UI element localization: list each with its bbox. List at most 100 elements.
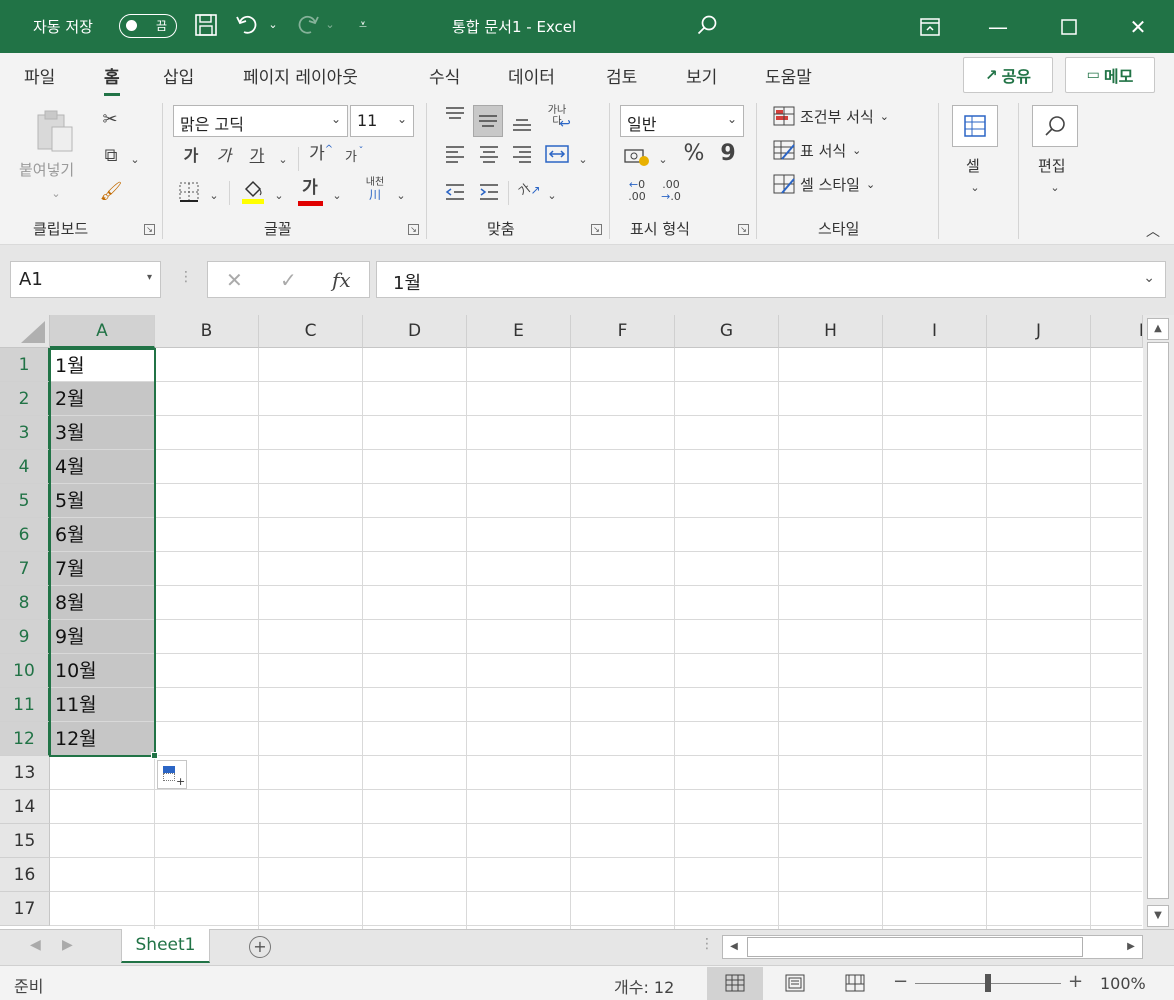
- row-header-16[interactable]: 16: [0, 858, 50, 892]
- tab-review[interactable]: 검토: [606, 63, 637, 88]
- vertical-scroll-thumb[interactable]: [1147, 342, 1169, 899]
- collapse-ribbon-icon[interactable]: ︿: [1142, 221, 1164, 243]
- format-as-table-button[interactable]: 표 서식 ⌄: [772, 139, 861, 161]
- row-header-7[interactable]: 7: [0, 552, 50, 586]
- cut-icon[interactable]: ✂: [98, 109, 122, 131]
- sheet-tab-sheet1[interactable]: Sheet1: [121, 929, 210, 963]
- column-header-f[interactable]: F: [571, 315, 675, 348]
- bold-icon[interactable]: 가: [180, 145, 202, 167]
- maximize-icon[interactable]: [1035, 0, 1103, 53]
- conditional-formatting-button[interactable]: 조건부 서식 ⌄: [772, 105, 889, 127]
- autosave-toggle[interactable]: 끔: [119, 14, 177, 38]
- row-header-17[interactable]: 17: [0, 892, 50, 926]
- font-launcher-icon[interactable]: ↘: [408, 224, 419, 235]
- search-icon[interactable]: [692, 10, 722, 44]
- italic-icon[interactable]: 가: [213, 145, 235, 167]
- row-header-11[interactable]: 11: [0, 688, 50, 722]
- orientation-icon[interactable]: 가↗: [516, 179, 544, 201]
- paste-dropdown-icon[interactable]: ⌄: [46, 183, 66, 205]
- paste-icon[interactable]: [34, 109, 78, 153]
- expand-formula-icon[interactable]: ⌄: [1143, 270, 1155, 286]
- scroll-down-icon[interactable]: ▼: [1147, 905, 1169, 927]
- page-break-preview-icon[interactable]: [827, 967, 883, 1000]
- comma-style-icon[interactable]: 9: [716, 143, 740, 165]
- name-box[interactable]: A1 ▾: [10, 261, 161, 298]
- column-header-h[interactable]: H: [779, 315, 883, 348]
- column-header-i[interactable]: I: [883, 315, 987, 348]
- tab-split-handle[interactable]: ⋮: [700, 936, 714, 952]
- clipboard-launcher-icon[interactable]: ↘: [144, 224, 155, 235]
- cancel-icon[interactable]: ✕: [226, 268, 243, 292]
- row-header-14[interactable]: 14: [0, 790, 50, 824]
- decrease-decimal-icon[interactable]: .00 →.0: [656, 179, 686, 203]
- font-color-dropdown-icon[interactable]: ⌄: [328, 185, 346, 207]
- next-sheet-icon[interactable]: ▶: [62, 937, 73, 953]
- row-header-13[interactable]: 13: [0, 756, 50, 790]
- tab-data[interactable]: 데이터: [508, 63, 555, 88]
- align-bottom-icon[interactable]: [509, 111, 535, 141]
- horizontal-scrollbar[interactable]: ◀ ▶: [722, 935, 1143, 959]
- align-right-icon[interactable]: [509, 143, 535, 171]
- copy-dropdown-icon[interactable]: ⌄: [126, 149, 144, 171]
- column-header-a[interactable]: A: [50, 315, 155, 348]
- normal-view-icon[interactable]: [707, 967, 763, 1000]
- number-format-select[interactable]: 일반 ⌄: [620, 105, 744, 137]
- font-name-select[interactable]: 맑은 고딕 ⌄: [173, 105, 348, 137]
- tab-help[interactable]: 도움말: [765, 63, 812, 88]
- insert-function-icon[interactable]: fx: [332, 268, 351, 292]
- increase-indent-icon[interactable]: [476, 181, 502, 209]
- accounting-format-icon[interactable]: [622, 145, 652, 173]
- merge-center-icon[interactable]: [543, 143, 571, 171]
- orientation-dropdown-icon[interactable]: ⌄: [543, 185, 561, 207]
- add-sheet-button[interactable]: +: [249, 936, 271, 958]
- row-header-4[interactable]: 4: [0, 450, 50, 484]
- align-middle-icon[interactable]: [473, 105, 503, 137]
- phonetic-guide-icon[interactable]: 내천 川: [358, 177, 392, 201]
- row-header-3[interactable]: 3: [0, 416, 50, 450]
- paste-label[interactable]: 붙여넣기: [19, 159, 74, 180]
- status-count[interactable]: 개수: 12: [614, 974, 674, 998]
- row-header-10[interactable]: 10: [0, 654, 50, 688]
- ribbon-display-options-icon[interactable]: [896, 0, 964, 53]
- column-header-d[interactable]: D: [363, 315, 467, 348]
- align-center-icon[interactable]: [476, 143, 502, 171]
- font-color-icon[interactable]: 가: [297, 177, 323, 199]
- prev-sheet-icon[interactable]: ◀: [30, 937, 41, 953]
- column-header-g[interactable]: G: [675, 315, 779, 348]
- row-header-12[interactable]: 12: [0, 722, 50, 756]
- row-header-1[interactable]: 1: [0, 348, 50, 382]
- align-top-icon[interactable]: [442, 105, 468, 135]
- undo-icon[interactable]: [233, 10, 263, 45]
- tab-insert[interactable]: 삽입: [163, 63, 194, 88]
- resize-grip-icon[interactable]: ⋮: [179, 269, 193, 285]
- row-header-5[interactable]: 5: [0, 484, 50, 518]
- alignment-launcher-icon[interactable]: ↘: [591, 224, 602, 235]
- minimize-icon[interactable]: —: [964, 0, 1032, 53]
- page-layout-view-icon[interactable]: [767, 967, 823, 1000]
- decrease-indent-icon[interactable]: [442, 181, 468, 209]
- cell-styles-button[interactable]: 셀 스타일 ⌄: [772, 173, 875, 195]
- percent-icon[interactable]: %: [680, 143, 708, 165]
- share-button[interactable]: ↗ 공유: [963, 57, 1053, 93]
- zoom-level[interactable]: 100%: [1100, 974, 1146, 993]
- fill-color-dropdown-icon[interactable]: ⌄: [270, 185, 288, 207]
- tab-home[interactable]: 홈: [104, 63, 120, 96]
- enter-icon[interactable]: ✓: [280, 268, 297, 292]
- accounting-dropdown-icon[interactable]: ⌄: [654, 149, 672, 171]
- column-header-e[interactable]: E: [467, 315, 571, 348]
- column-header-j[interactable]: J: [987, 315, 1091, 348]
- borders-dropdown-icon[interactable]: ⌄: [205, 185, 223, 207]
- undo-dropdown-icon[interactable]: ⌄: [265, 10, 281, 40]
- worksheet-grid[interactable]: A B C D E F G H I J K 1 2 3 4 5 6 7 8 9 …: [0, 315, 1174, 929]
- zoom-out-icon[interactable]: −: [893, 971, 908, 992]
- row-header-9[interactable]: 9: [0, 620, 50, 654]
- auto-fill-options-button[interactable]: +: [157, 760, 187, 789]
- vertical-scrollbar[interactable]: ▲ ▼: [1143, 315, 1174, 929]
- cells-button[interactable]: 셀 ⌄: [952, 105, 998, 195]
- formula-input[interactable]: 1월 ⌄: [376, 261, 1166, 298]
- underline-icon[interactable]: 가: [246, 145, 268, 167]
- number-launcher-icon[interactable]: ↘: [738, 224, 749, 235]
- select-all-button[interactable]: [0, 315, 50, 348]
- font-size-select[interactable]: 11 ⌄: [350, 105, 414, 137]
- row-header-6[interactable]: 6: [0, 518, 50, 552]
